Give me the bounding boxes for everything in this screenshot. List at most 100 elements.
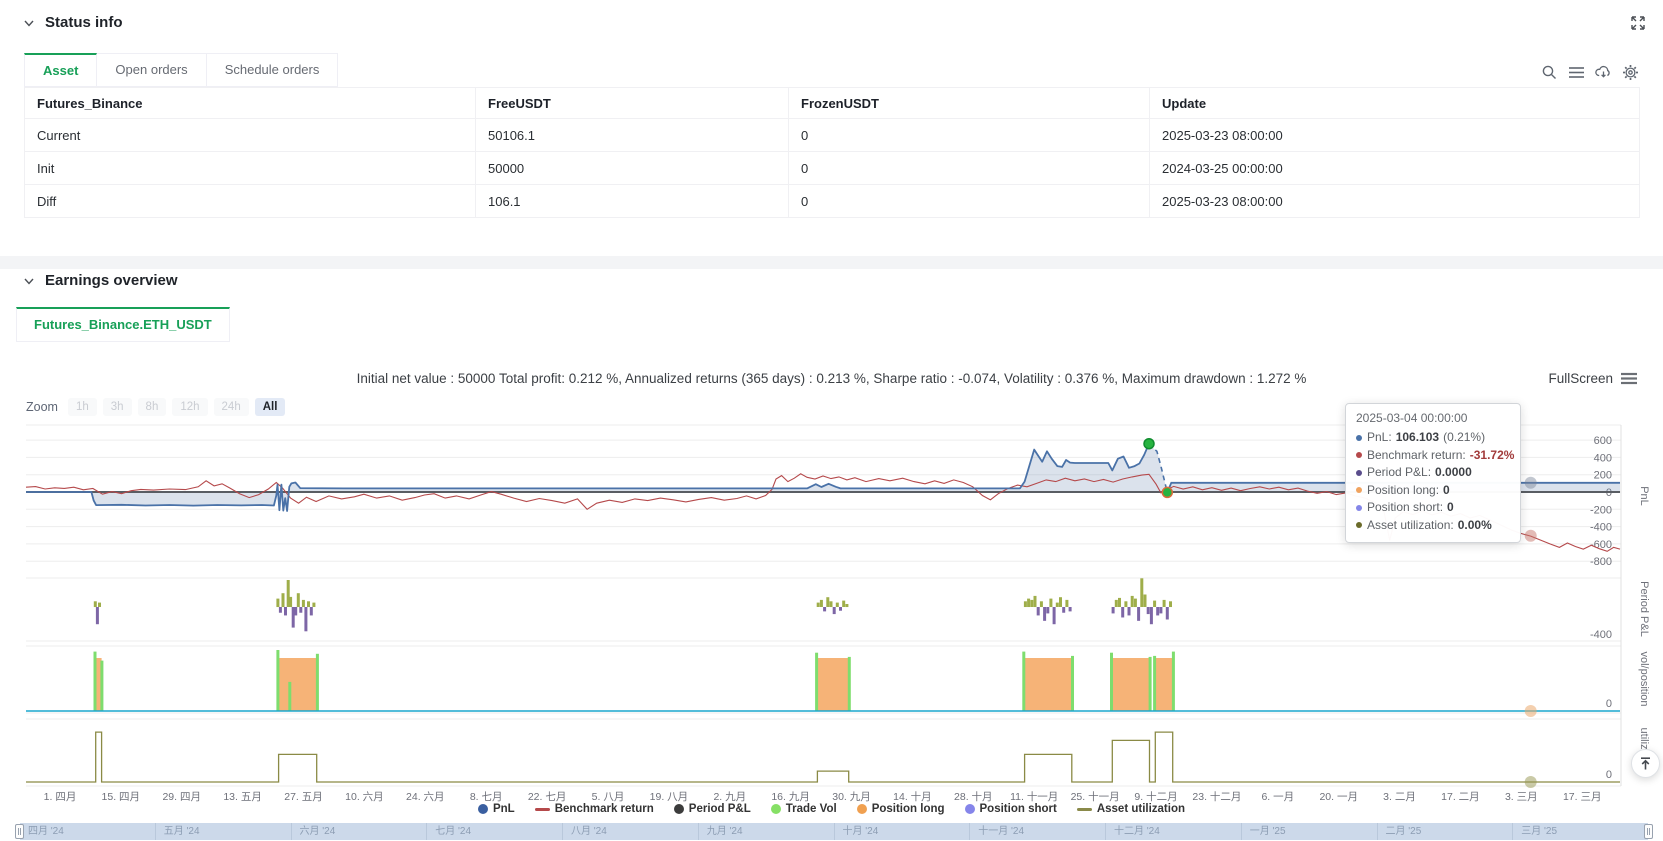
legend-item-benchmark-return[interactable]: Benchmark return — [535, 803, 654, 815]
navigator-month[interactable]: 十月 '24 — [834, 823, 970, 840]
position-long-block — [1025, 658, 1072, 711]
drawdown-marker — [1144, 439, 1154, 449]
init-free: 50000 — [476, 152, 789, 185]
period-pnl-bar — [279, 607, 282, 613]
navigator-month[interactable]: 六月 '24 — [291, 823, 427, 840]
navigator-month[interactable]: 二月 '25 — [1377, 823, 1513, 840]
legend-item-position-long[interactable]: Position long — [857, 803, 945, 815]
period-pnl-bar — [820, 600, 823, 607]
zoom-button-12h[interactable]: 12h — [172, 398, 207, 416]
period-pnl-bar — [1062, 607, 1065, 613]
cloud-download-icon[interactable] — [1595, 64, 1612, 81]
navigator-month[interactable]: 三月 '25 — [1512, 823, 1648, 840]
tab-futures-binance-eth-usdt[interactable]: Futures_Binance.ETH_USDT — [16, 307, 230, 342]
drawdown-marker — [1162, 487, 1172, 497]
period-pnl-bar — [1043, 607, 1046, 621]
tab-open-orders[interactable]: Open orders — [97, 53, 206, 87]
trade-vol-bar — [1153, 656, 1156, 711]
trading-dashboard: Status info AssetOpen ordersSchedule ord… — [0, 0, 1663, 841]
asset-utilization-line — [26, 732, 1620, 782]
zoom-button-1h[interactable]: 1h — [68, 398, 97, 416]
current-link[interactable]: Current — [25, 119, 476, 152]
period-pnl-bar — [292, 607, 295, 628]
x-axis-label: 15. 四月 — [102, 791, 141, 803]
x-axis-label: 11. 十一月 — [1010, 790, 1058, 803]
x-axis-label: 10. 六月 — [345, 791, 384, 803]
period-pnl-bar — [839, 607, 842, 611]
period-pnl-bar — [312, 603, 315, 607]
period-pnl-bar — [294, 607, 297, 615]
trade-vol-bar — [94, 652, 97, 711]
zoom-button-24h[interactable]: 24h — [214, 398, 249, 416]
legend-item-trade-vol[interactable]: Trade Vol — [771, 803, 837, 815]
chart-menu-icon[interactable] — [1621, 372, 1637, 385]
earnings-overview-header: Earnings overview — [23, 272, 178, 289]
period-pnl-bar — [1115, 600, 1118, 607]
x-axis-label: 6. 一月 — [1261, 791, 1294, 803]
hover-marker-position — [1525, 705, 1537, 717]
hover-marker-utilization — [1525, 776, 1537, 788]
y-axis-tick: 600 — [1594, 435, 1612, 447]
x-axis-label: 19. 八月 — [650, 791, 689, 803]
trade-vol-bar — [1172, 652, 1175, 711]
collapse-chevron-icon[interactable] — [23, 17, 35, 29]
x-axis-label: 24. 六月 — [406, 791, 445, 803]
tooltip-row: Period P&L:0.0000 — [1356, 464, 1510, 482]
asset-table-header-row: Futures_Binance FreeUSDT FrozenUSDT Upda… — [25, 88, 1640, 119]
navigator-month[interactable]: 十二月 '24 — [1105, 823, 1241, 840]
trade-vol-bar — [100, 661, 103, 711]
period-pnl-bar — [310, 607, 313, 615]
expand-icon[interactable] — [1629, 14, 1647, 32]
x-axis-label: 2. 九月 — [713, 791, 746, 803]
navigator-month[interactable]: 五月 '24 — [155, 823, 291, 840]
date-range-navigator[interactable]: 四月 '24五月 '24六月 '24七月 '24八月 '24九月 '24十月 '… — [20, 823, 1648, 840]
search-icon[interactable] — [1541, 64, 1558, 81]
period-pnl-bar — [1040, 601, 1043, 607]
navigator-handle-left[interactable] — [15, 824, 24, 839]
earnings-overview-title: Earnings overview — [45, 272, 178, 289]
chart-legend: PnL Benchmark return Period P&L Trade Vol Po… — [0, 803, 1663, 815]
tab-asset[interactable]: Asset — [24, 53, 97, 87]
gear-icon[interactable] — [1622, 64, 1639, 81]
list-menu-icon[interactable] — [1568, 64, 1585, 81]
hover-marker-benchmark — [1525, 530, 1537, 542]
period-pnl-bar — [282, 593, 285, 607]
position-long-block — [1155, 658, 1172, 711]
tooltip-row: Position long:0 — [1356, 482, 1510, 500]
position-long-block — [1112, 658, 1149, 711]
zoom-controls: Zoom 1h3h8h12h24hAll — [26, 398, 285, 416]
legend-item-pnl[interactable]: PnL — [478, 803, 515, 815]
chart-fullscreen-control[interactable]: FullScreen — [1548, 371, 1637, 386]
navigator-month[interactable]: 八月 '24 — [562, 823, 698, 840]
diff-label: Diff — [25, 185, 476, 218]
scroll-to-top-button[interactable] — [1631, 749, 1660, 778]
tab-schedule-orders[interactable]: Schedule orders — [207, 53, 339, 87]
trade-vol-bar — [288, 682, 291, 711]
diff-frozen: 0 — [789, 185, 1150, 218]
navigator-month[interactable]: 一月 '25 — [1241, 823, 1377, 840]
x-axis-label: 5. 八月 — [592, 791, 625, 803]
x-axis-label: 30. 九月 — [832, 791, 871, 803]
legend-item-asset-utilization[interactable]: Asset utilization — [1077, 803, 1185, 815]
zoom-button-8h[interactable]: 8h — [138, 398, 167, 416]
init-label: Init — [25, 152, 476, 185]
hover-marker-pnl — [1525, 477, 1537, 489]
fullscreen-label[interactable]: FullScreen — [1548, 371, 1613, 386]
chart-stats-line: Initial net value : 50000 Total profit: … — [0, 371, 1663, 386]
navigator-handle-right[interactable] — [1644, 824, 1653, 839]
legend-item-period-p&l[interactable]: Period P&L — [674, 803, 751, 815]
legend-item-position-short[interactable]: Position short — [965, 803, 1057, 815]
period-pnl-bar — [276, 599, 279, 607]
collapse-chevron-icon[interactable] — [23, 275, 35, 287]
navigator-month[interactable]: 四月 '24 — [20, 823, 155, 840]
x-axis-label: 3. 二月 — [1383, 791, 1416, 803]
navigator-month[interactable]: 九月 '24 — [698, 823, 834, 840]
navigator-month[interactable]: 七月 '24 — [426, 823, 562, 840]
zoom-button-3h[interactable]: 3h — [103, 398, 132, 416]
period-pnl-bar — [1166, 607, 1169, 619]
status-info-header: Status info — [23, 14, 123, 31]
current-update: 2025-03-23 08:00:00 — [1150, 119, 1640, 152]
trade-vol-bar — [815, 653, 818, 711]
navigator-month[interactable]: 十一月 '24 — [969, 823, 1105, 840]
zoom-button-all[interactable]: All — [255, 398, 286, 416]
